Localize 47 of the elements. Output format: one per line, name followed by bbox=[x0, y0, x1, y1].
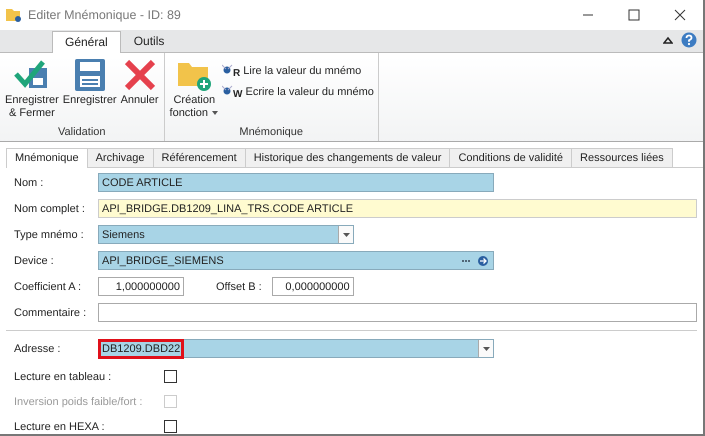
field-label: Nom complet : bbox=[14, 202, 86, 214]
comment-field[interactable] bbox=[98, 303, 697, 322]
field-label: Type mnémo : bbox=[14, 228, 85, 240]
tab[interactable]: Historique des changements de valeur bbox=[244, 148, 450, 167]
browse-icon[interactable] bbox=[461, 254, 489, 266]
field-label: Commentaire : bbox=[14, 306, 88, 318]
caret-icon bbox=[482, 346, 490, 350]
option-label: Inversion poids faible/fort : bbox=[14, 396, 144, 408]
maximize-icon bbox=[628, 9, 640, 21]
ribbon-tab[interactable]: Général bbox=[52, 31, 121, 53]
field-label: Coefficient A : bbox=[14, 280, 82, 292]
window-title: Editer Mnémonique - ID: 89 bbox=[28, 8, 182, 22]
ribbon-button[interactable]: Enregistrer & Fermer bbox=[4, 56, 60, 126]
tab[interactable]: Mnémonique bbox=[6, 148, 88, 168]
tab[interactable]: Conditions de validité bbox=[449, 148, 572, 167]
group-label: Validation bbox=[57, 126, 106, 140]
field-label: Nom : bbox=[14, 176, 44, 188]
option-label: Lecture en HEXA : bbox=[14, 420, 106, 432]
ribbon-button[interactable]: Annuler bbox=[120, 56, 160, 126]
checkbox[interactable] bbox=[164, 370, 177, 383]
tab[interactable]: Ressources liées bbox=[571, 148, 673, 167]
collapse-icon[interactable] bbox=[663, 36, 673, 44]
type-dropdown[interactable]: Siemens bbox=[98, 225, 354, 244]
ribbon-button[interactable]: Enregistrer bbox=[62, 56, 118, 126]
close-icon bbox=[674, 9, 686, 21]
offset-field[interactable]: 0,000000000 bbox=[272, 277, 354, 296]
tab[interactable]: Référencement bbox=[152, 148, 246, 167]
ribbon-button[interactable]: Création fonction bbox=[168, 56, 220, 126]
field-label: Offset B : bbox=[216, 280, 262, 292]
field-label: Adresse : bbox=[14, 342, 62, 354]
address-dropdown[interactable]: DB1209.DBD22 bbox=[98, 339, 494, 358]
coefficient-field[interactable]: 1,000000000 bbox=[98, 277, 184, 296]
field-label: Device : bbox=[14, 254, 55, 266]
option-label: Lecture en tableau : bbox=[14, 370, 112, 382]
full-name-field[interactable]: API_BRIDGE.DB1209_LINA_TRS.CODE ARTICLE bbox=[98, 199, 697, 218]
group-label: Mnémonique bbox=[238, 126, 304, 140]
tab[interactable]: Archivage bbox=[86, 148, 154, 167]
ribbon-tab[interactable]: Outils bbox=[120, 30, 178, 52]
help-icon[interactable] bbox=[681, 32, 697, 48]
device-field[interactable]: API_BRIDGE_SIEMENS bbox=[98, 251, 494, 270]
ribbon-button[interactable]: W Ecrire la valeur du mnémo bbox=[222, 83, 374, 100]
name-field[interactable]: CODE ARTICLE bbox=[98, 173, 494, 192]
caret-icon bbox=[342, 232, 350, 236]
folder-icon bbox=[6, 8, 22, 22]
checkbox[interactable] bbox=[164, 420, 177, 433]
ribbon-button[interactable]: R Lire la valeur du mnémo bbox=[222, 62, 374, 79]
close-icon bbox=[122, 58, 157, 92]
